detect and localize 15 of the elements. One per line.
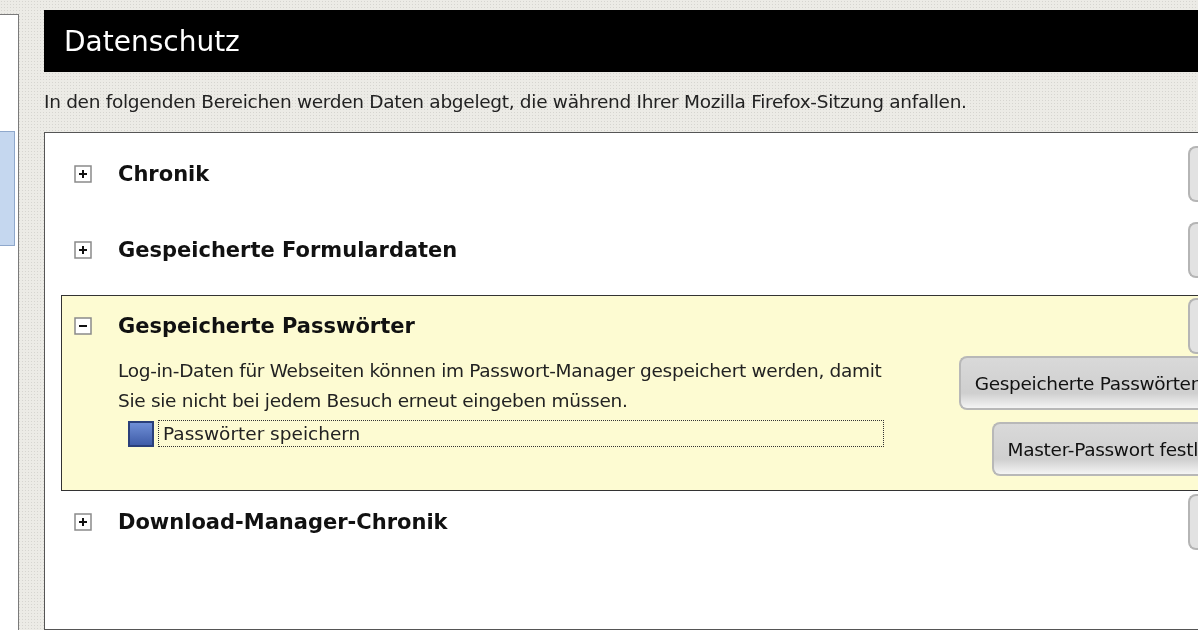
collapse-icon[interactable]: [74, 317, 92, 335]
section-title[interactable]: Download-Manager-Chronik: [118, 510, 448, 534]
section-header: Datenschutz: [44, 10, 1198, 72]
checkbox-label[interactable]: Passwörter speichern: [158, 420, 884, 447]
action-button[interactable]: Master-Passwort festl: [991, 422, 1198, 476]
expand-icon[interactable]: [74, 513, 92, 531]
action-button[interactable]: Gespeicherte Passwörter: [958, 356, 1198, 410]
section-title[interactable]: Chronik: [118, 162, 210, 186]
description-text: In den folgenden Bereichen werden Daten abgelegt, die während Ihrer Mozilla Firefox-Sitzung anfallen.: [44, 91, 968, 112]
section-title[interactable]: Gespeicherte Formulardaten: [118, 238, 458, 262]
section-title[interactable]: Gespeicherte Passwörter: [118, 314, 415, 338]
checkbox[interactable]: [128, 420, 154, 447]
expand-icon[interactable]: [74, 241, 92, 259]
expand-icon[interactable]: [74, 165, 92, 183]
section-description: Log-in-Daten für Webseiten können im Passwort-Manager gespeichert werden, damit Sie sie nicht bei jedem Besuch erneut eingeben müssen.: [118, 359, 883, 413]
